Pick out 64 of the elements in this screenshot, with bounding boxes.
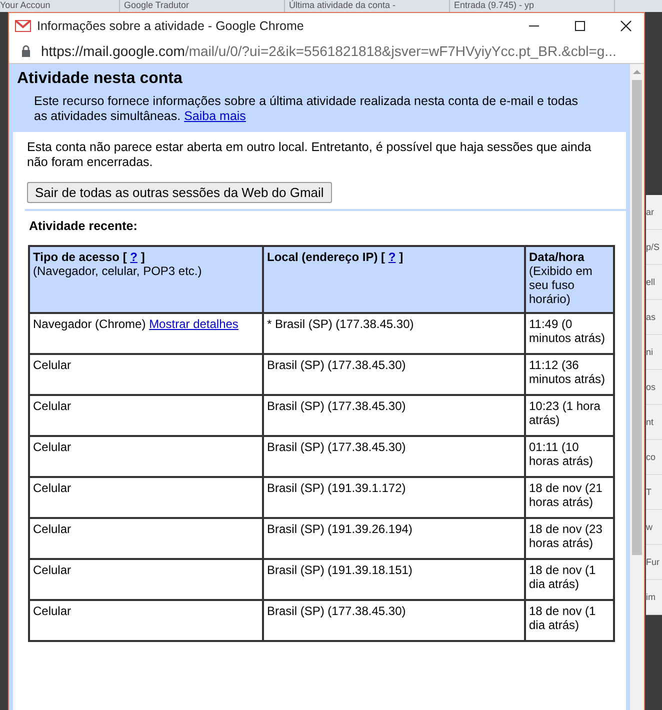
table-cell: Brasil (SP) (177.38.45.30) [267,358,406,372]
table-cell: 10:23 (1 hora atrás) [529,399,600,427]
table-cell: 18 de nov (1 dia atrás) [529,604,596,632]
table-cell: Brasil (SP) (191.39.18.151) [267,563,412,577]
mail-icon [15,20,31,32]
page-text: as [646,312,656,322]
table-cell: Celular [33,522,72,536]
page-text: ni [646,347,654,357]
table-cell: Celular [33,604,72,618]
page-text: nt [646,417,654,427]
bracket-text: [ [381,250,386,264]
help-link[interactable]: ? [130,250,138,264]
page-text: os [646,382,656,392]
sign-out-button[interactable]: Sair de todas as outras sessões da Web do Gmail [27,182,332,203]
table-cell: Celular [33,440,72,454]
description-text: Este recurso fornece informações sobre a última atividade realizada nesta conta de e-mail e todas as atividades simultâneas. Saiba mais [34,94,580,124]
column-title: Tipo de acesso [33,250,120,264]
table-cell: 01:11 (10 horas atrás) [529,440,594,468]
page-text: T [646,487,652,497]
page-title: Atividade nesta conta [17,70,184,88]
table-cell: Brasil (SP) (177.38.45.30) [267,440,406,454]
page-text: ar [646,207,654,217]
column-title: Local (endereço IP) [267,250,378,264]
maximize-icon[interactable] [574,20,586,32]
page-text: co [646,452,656,462]
table-cell: Brasil (SP) (177.38.45.30) [267,399,406,413]
table-cell: Celular [33,563,72,577]
table-cell: Brasil (SP) (191.39.26.194) [267,522,412,536]
column-title: Data/hora [529,250,584,264]
bracket-text: ] [399,250,404,264]
table-cell: Celular [33,399,72,413]
table-cell: Brasil (SP) (177.38.45.30) [267,604,406,618]
table-cell: Celular [33,481,72,495]
page-text: im [646,592,656,602]
help-link[interactable]: ? [388,250,396,264]
url-text[interactable]: https://mail.google.com/mail/u/0/?ui=2&ik=5561821818&jsver=wF7HVyiyYcc.pt_BR.&cbl=g... [41,42,616,58]
page-text: p/S [646,242,660,252]
column-note: (Exibido em seu fuso horário) [529,264,594,306]
column-note: (Navegador, celular, POP3 etc.) [33,264,203,278]
table-cell: Navegador (Chrome) [33,317,146,331]
close-icon[interactable] [620,20,632,32]
table-cell: 11:49 (0 minutos atrás) [529,317,606,345]
page-text: Fur [646,557,660,567]
browser-tab[interactable]: Your Accoun [0,0,50,10]
learn-more-link[interactable]: Saiba mais [184,109,246,123]
notice-text: Esta conta não parece estar aberta em outro local. Entretanto, é possível que haja sessões que ainda não foram encerradas. [27,140,592,170]
page-text: ell [646,277,656,287]
table-cell: 11:12 (36 minutos atrás) [529,358,606,386]
table-cell: 18 de nov (21 horas atrás) [529,481,602,509]
browser-tab[interactable]: Última atividade da conta - [289,0,396,10]
table-cell: * Brasil (SP) (177.38.45.30) [267,317,414,331]
lock-icon [21,44,31,56]
section-title: Atividade recente: [29,219,138,233]
table-cell: 18 de nov (1 dia atrás) [529,563,596,591]
page-text: w [646,522,652,532]
browser-tab[interactable]: Entrada (9.745) - yp [454,0,534,10]
table-cell: Celular [33,358,72,372]
window-title: Informações sobre a atividade - Google Chrome [37,18,304,32]
table-cell: 18 de nov (23 horas atrás) [529,522,602,550]
table-cell: Brasil (SP) (191.39.1.172) [267,481,406,495]
bracket-text: [ [122,250,127,264]
bracket-text: ] [140,250,145,264]
browser-tab[interactable]: Google Tradutor [124,0,190,10]
show-details-link[interactable]: Mostrar detalhes [149,317,238,331]
